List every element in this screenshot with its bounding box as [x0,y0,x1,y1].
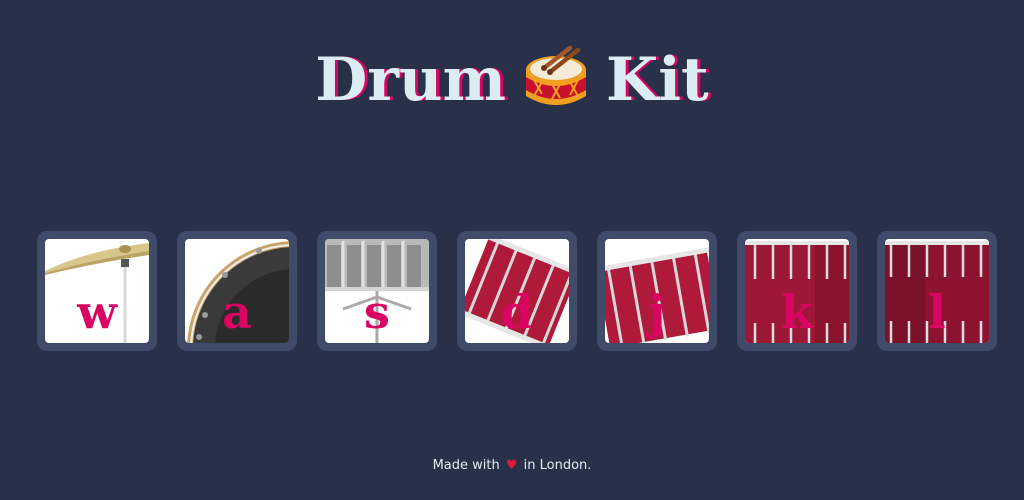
drum-pad-s: s [325,239,429,343]
key-letter-k: k [781,285,813,339]
heart-icon: ♥ [505,458,518,473]
drum-key-d[interactable]: d [457,231,577,351]
page-title: Drum Kit [0,44,1024,116]
drum-pad-d: d [465,239,569,343]
drum-key-j[interactable]: j [597,231,717,351]
footer: Made with ♥ in London. [0,458,1024,473]
key-letter-j: j [648,285,666,339]
title-left-word: Drum [315,45,507,115]
title-right-word: Kit [606,45,709,115]
drum-key-k[interactable]: k [737,231,857,351]
drum-pad-w: w [45,239,149,343]
drum-emoji-icon [520,44,592,116]
drum-pad-j: j [605,239,709,343]
key-letter-d: d [500,285,534,339]
drum-pad-k: k [745,239,849,343]
drum-pad-a: a [185,239,289,343]
drum-pad-l: l [885,239,989,343]
drum-key-set: w a s d j k l [37,231,997,351]
drum-key-a[interactable]: a [177,231,297,351]
key-letter-w: w [77,285,117,339]
drum-key-s[interactable]: s [317,231,437,351]
drum-key-l[interactable]: l [877,231,997,351]
footer-text-after: in London. [523,458,592,473]
footer-text-before: Made with [432,458,500,473]
key-letter-l: l [928,285,946,339]
key-letter-s: s [364,285,390,339]
key-letter-a: a [222,285,252,339]
drum-key-w[interactable]: w [37,231,157,351]
